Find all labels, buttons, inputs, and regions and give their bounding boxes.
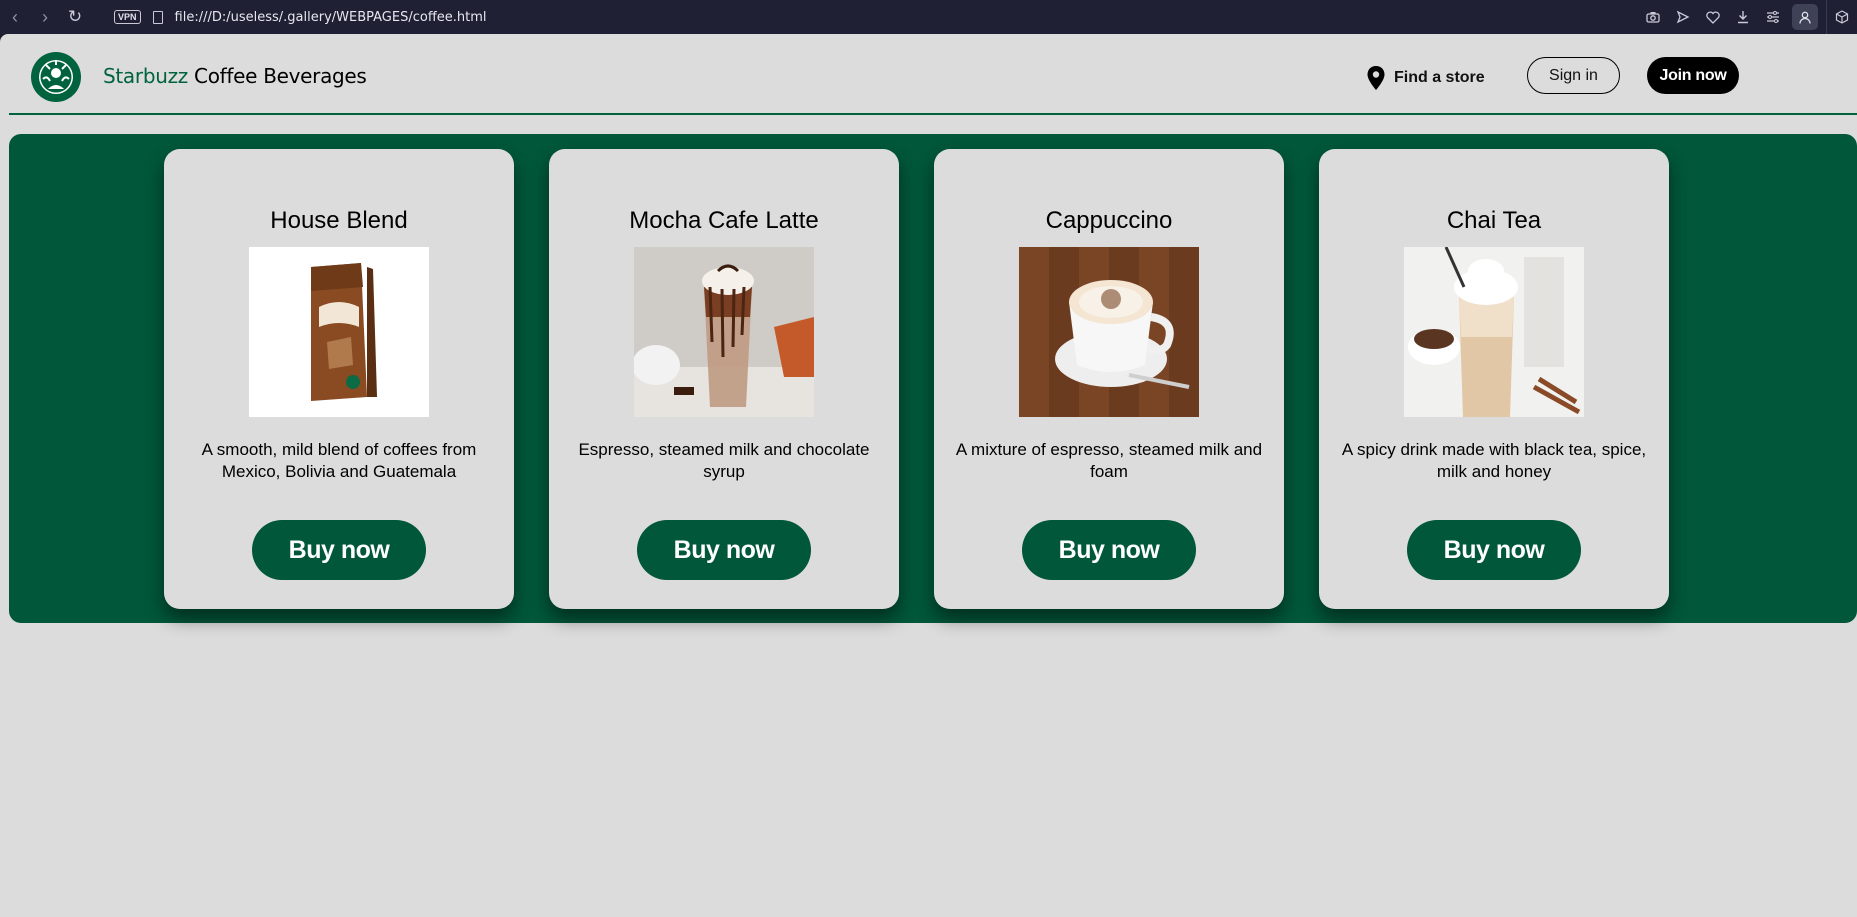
sign-in-button[interactable]: Sign in [1527, 57, 1620, 94]
page-viewport: Starbuzz Coffee Beverages Find a store S… [0, 34, 1857, 917]
chai-tea-image [1404, 247, 1584, 417]
extensions-cube-icon[interactable] [1827, 4, 1857, 30]
forward-icon[interactable]: › [30, 4, 60, 30]
product-description: A smooth, mild blend of coffees from Mex… [201, 440, 477, 481]
product-card-house-blend: House Blend A smooth, mild blend of coff… [164, 149, 514, 609]
brand-accent: Starbuzz [103, 64, 188, 88]
product-card-chai-tea: Chai Tea A spicy drink made with black t… [1319, 149, 1669, 609]
location-pin-icon [1367, 66, 1385, 90]
mocha-latte-image [634, 247, 814, 417]
product-description: A mixture of espresso, steamed milk and … [955, 440, 1263, 481]
send-icon[interactable] [1668, 4, 1698, 30]
product-description: Espresso, steamed milk and chocolate syr… [578, 440, 870, 481]
find-store-label: Find a store [1394, 69, 1485, 86]
product-title: Chai Tea [1446, 207, 1542, 234]
address-bar[interactable]: file:///D:/useless/.gallery/WEBPAGES/cof… [175, 10, 487, 25]
site-header: Starbuzz Coffee Beverages Find a store S… [0, 34, 1857, 115]
header-divider [9, 113, 1857, 115]
reload-icon[interactable]: ↻ [60, 4, 90, 30]
join-now-button[interactable]: Join now [1647, 57, 1739, 94]
product-title: House Blend [270, 207, 408, 234]
product-title: Cappuccino [1045, 207, 1173, 234]
buy-now-button[interactable]: Buy now [1022, 520, 1196, 580]
settings-sliders-icon[interactable] [1758, 4, 1788, 30]
page-icon [152, 10, 163, 24]
house-blend-image [249, 247, 429, 417]
buy-now-button[interactable]: Buy now [252, 520, 426, 580]
product-description: A spicy drink made with black tea, spice… [1341, 440, 1647, 481]
buy-now-button[interactable]: Buy now [637, 520, 811, 580]
heart-icon[interactable] [1698, 4, 1728, 30]
starbucks-logo-icon[interactable] [26, 51, 86, 103]
cappuccino-image [1019, 247, 1199, 417]
brand-name: Coffee Beverages [187, 64, 367, 88]
vpn-badge[interactable]: VPN [114, 10, 141, 24]
download-icon[interactable] [1728, 4, 1758, 30]
profile-icon[interactable] [1792, 4, 1818, 30]
product-card-mocha-cafe-latte: Mocha Cafe Latte Espresso, steamed milk … [549, 149, 899, 609]
back-icon[interactable]: ‹ [0, 4, 30, 30]
camera-icon[interactable] [1638, 4, 1668, 30]
browser-toolbar: ‹ › ↻ VPN file:///D:/useless/.gallery/WE… [0, 0, 1857, 34]
product-card-cappuccino: Cappuccino A mixture of espresso, steame… [934, 149, 1284, 609]
site-brand[interactable]: Starbuzz Coffee Beverages [103, 64, 367, 88]
buy-now-button[interactable]: Buy now [1407, 520, 1581, 580]
find-store-link[interactable]: Find a store [1366, 65, 1485, 91]
product-title: Mocha Cafe Latte [629, 207, 819, 234]
